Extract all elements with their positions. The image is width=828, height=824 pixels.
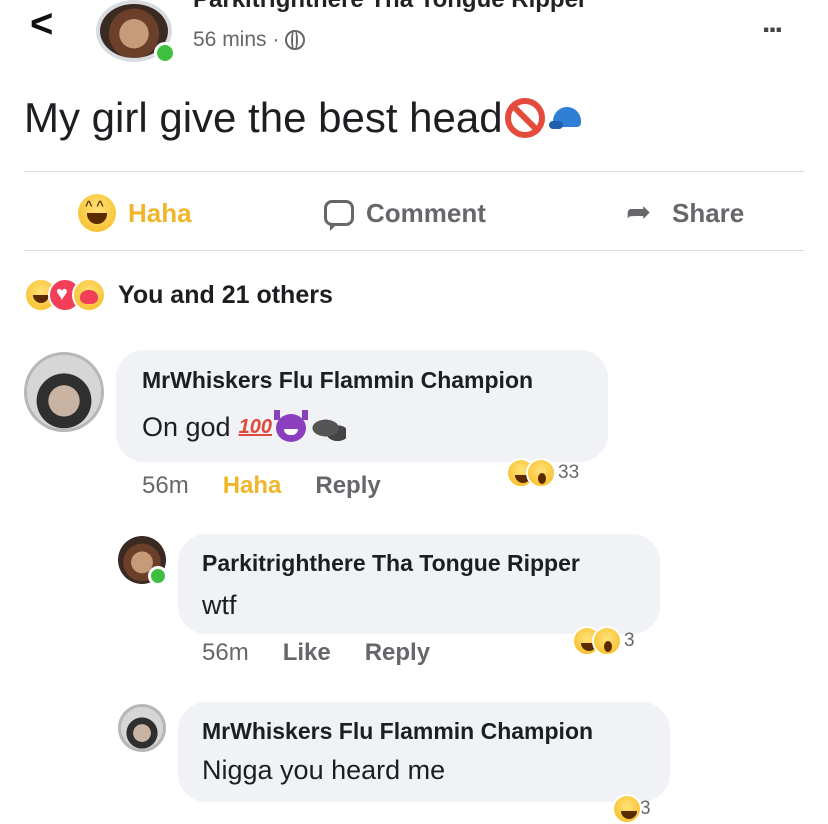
wow-icon (592, 626, 622, 656)
post-text: My girl give the best head (24, 94, 589, 142)
haha-icon (78, 194, 116, 232)
post-author-name[interactable]: Parkitrighthere Tha Tongue Ripper (193, 0, 587, 14)
online-indicator (154, 42, 176, 64)
reply-text-content: Nigga you heard me (202, 755, 446, 785)
reply-text-content: wtf (202, 590, 237, 620)
haha-button-label: Haha (128, 197, 192, 228)
post-time: 56 mins · (193, 28, 306, 52)
comment-button[interactable]: Comment (324, 195, 486, 231)
share-icon: ➦ (626, 196, 652, 229)
hundred-icon: 100 (238, 416, 272, 438)
reply-text: Nigga you heard me (202, 755, 445, 786)
comment-reaction-number: 33 (558, 462, 580, 483)
gorilla-icon (311, 414, 346, 441)
comment-meta: 56m Haha Reply (142, 472, 381, 500)
devil-icon (273, 409, 308, 442)
care-icon (72, 278, 106, 312)
reaction-summary[interactable]: You and 21 others (24, 278, 333, 312)
haha-icon (612, 794, 642, 824)
reply-meta: 56m Like Reply (202, 639, 430, 667)
reaction-summary-text: You and 21 others (118, 280, 333, 309)
cap-icon (548, 107, 589, 129)
post-text-content: My girl give the best head (24, 94, 503, 141)
online-indicator (148, 566, 168, 586)
divider-bottom (24, 250, 804, 251)
reply-bubble (178, 702, 670, 802)
comment-icon (324, 200, 354, 231)
back-arrow-icon[interactable]: < (30, 4, 53, 44)
reply-like-button[interactable]: Like (283, 639, 331, 667)
haha-button[interactable]: Haha (78, 194, 192, 232)
comment-avatar[interactable] (24, 352, 104, 432)
comment-reply-button[interactable]: Reply (315, 472, 380, 500)
reply-reply-button[interactable]: Reply (365, 639, 430, 667)
reply-reaction-icons (572, 626, 622, 656)
comment-author[interactable]: MrWhiskers Flu Flammin Champion (142, 367, 533, 394)
comment-button-label: Comment (366, 197, 486, 228)
no-sign-icon (504, 98, 545, 138)
comment-text: On god 100 (142, 409, 346, 443)
reply-bubble (178, 534, 660, 634)
divider-top (24, 171, 804, 172)
comment-text-content: On god (142, 412, 231, 442)
share-button-label: Share (672, 197, 745, 228)
share-button[interactable]: ➦ Share (626, 195, 744, 231)
reply-text: wtf (202, 590, 237, 621)
comment-reaction-icons (506, 458, 556, 488)
comment-reaction-count[interactable]: 33 (506, 458, 579, 488)
comment-haha-button[interactable]: Haha (223, 472, 282, 500)
comment-time: 56m (142, 472, 189, 499)
reply-author[interactable]: MrWhiskers Flu Flammin Champion (202, 718, 593, 745)
reply-avatar[interactable] (118, 704, 166, 752)
post-time-label: 56 mins · (193, 28, 280, 51)
reaction-icons (24, 278, 106, 312)
more-icon[interactable]: ... (762, 6, 783, 40)
reply-reaction-count[interactable]: 3 (612, 794, 651, 824)
reply-reaction-count[interactable]: 3 (572, 626, 635, 656)
reply-reaction-number: 3 (624, 630, 635, 651)
reply-reaction-icons (612, 794, 642, 824)
reply-time: 56m (202, 639, 249, 666)
wow-icon (526, 458, 556, 488)
globe-icon (285, 30, 306, 50)
reply-author[interactable]: Parkitrighthere Tha Tongue Ripper (202, 550, 580, 577)
